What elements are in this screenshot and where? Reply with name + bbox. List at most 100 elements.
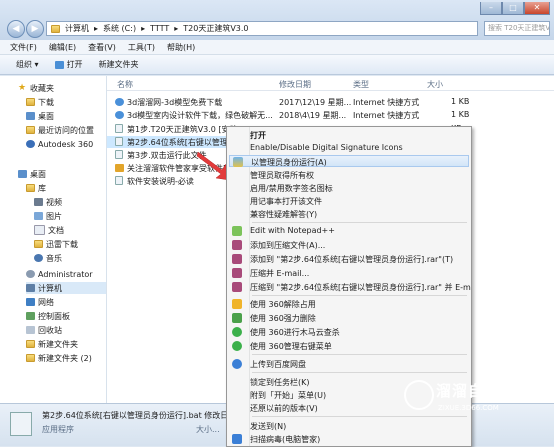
nav-new-folder-2[interactable]: 新建文件夹 (2) bbox=[26, 352, 92, 364]
col-size[interactable]: 大小 bbox=[427, 79, 443, 90]
menu-label: 压缩并 E-mail... bbox=[250, 269, 310, 278]
menu-digital-signature[interactable]: Enable/Disable Digital Signature Icons bbox=[229, 142, 469, 154]
menu-360-scan[interactable]: 使用 360进行木马云查杀 bbox=[229, 326, 469, 338]
nav-network[interactable]: 网络 bbox=[26, 296, 54, 308]
forward-icon[interactable]: ▶ bbox=[26, 20, 44, 38]
nav-recycle[interactable]: 回收站 bbox=[26, 324, 62, 336]
menu-360-unlock[interactable]: 使用 360解除占用 bbox=[229, 298, 469, 310]
watermark-url: ZIXUE.3D66.COM bbox=[438, 404, 499, 412]
nav-label: Autodesk 360 bbox=[38, 139, 94, 149]
nav-favorites[interactable]: ★ 收藏夹 bbox=[18, 82, 54, 94]
menu-take-ownership[interactable]: 管理员取得所有权 bbox=[229, 169, 469, 181]
winrar-icon bbox=[232, 282, 242, 292]
open-icon bbox=[54, 60, 64, 69]
menu-view[interactable]: 查看(V) bbox=[88, 42, 116, 53]
menu-separator bbox=[252, 354, 467, 355]
menu-open[interactable]: 打开 bbox=[229, 129, 469, 141]
open-button[interactable]: 打开 bbox=[54, 59, 83, 70]
nav-documents[interactable]: 文档 bbox=[34, 224, 64, 236]
file-row-selected[interactable]: 第2步.64位系统[右键以管理员... bbox=[107, 136, 244, 148]
menu-label: Enable/Disable Digital Signature Icons bbox=[250, 143, 403, 152]
file-size: 1 KB bbox=[451, 97, 470, 106]
shield-icon bbox=[233, 157, 243, 167]
menu-baidu[interactable]: 上传到百度网盘 bbox=[229, 358, 469, 370]
file-date: 2018\4\19 星期... bbox=[279, 111, 347, 120]
file-row[interactable]: 3d模型室内设计软件下载，绿色破解无... 2018\4\19 星期... In… bbox=[107, 109, 554, 121]
shortcut-icon bbox=[115, 164, 124, 172]
menu-edit[interactable]: 编辑(E) bbox=[49, 42, 76, 53]
menu-add-archive[interactable]: 添加到压缩文件(A)... bbox=[229, 239, 469, 251]
desktop-icon bbox=[26, 112, 35, 120]
folder-icon bbox=[34, 240, 43, 248]
nav-thunder[interactable]: 迅雷下载 bbox=[34, 238, 78, 250]
notepadpp-icon bbox=[232, 226, 242, 236]
nav-control-panel[interactable]: 控制面板 bbox=[26, 310, 70, 322]
nav-libraries[interactable]: 库 bbox=[26, 182, 46, 194]
menu-separator bbox=[252, 295, 467, 296]
close-button[interactable]: ✕ bbox=[524, 2, 550, 15]
watermark-logo-icon bbox=[404, 380, 434, 410]
menu-run-as-admin[interactable]: 以管理员身份运行(A) bbox=[229, 155, 469, 167]
menu-label: 使用 360进行木马云查杀 bbox=[250, 328, 340, 337]
menu-help[interactable]: 帮助(H) bbox=[167, 42, 195, 53]
nav-administrator[interactable]: Administrator bbox=[26, 268, 93, 280]
network-icon bbox=[26, 298, 35, 306]
organize-button[interactable]: 组织 ▾ bbox=[16, 59, 39, 70]
menu-label: 上传到百度网盘 bbox=[250, 360, 306, 369]
batch-file-icon bbox=[115, 124, 123, 133]
menu-compress-rar-email[interactable]: 压缩到 "第2步.64位系统[右键以管理员身份运行].rar" 并 E-mail bbox=[229, 281, 471, 293]
nav-recent[interactable]: 最近访问的位置 bbox=[26, 124, 94, 136]
nav-label: 最近访问的位置 bbox=[38, 125, 94, 135]
menu-compatibility[interactable]: 兼容性疑难解答(Y) bbox=[229, 208, 469, 220]
menu-scan-virus[interactable]: 扫描病毒(电脑管家) bbox=[229, 433, 469, 445]
open-label: 打开 bbox=[66, 60, 83, 69]
back-icon[interactable]: ◀ bbox=[7, 20, 25, 38]
menu-toggle-signature-icon[interactable]: 启用/禁用数字签名图标 bbox=[229, 182, 469, 194]
address-bar[interactable]: 计算机 ▸ 系统 (C:) ▸ TTTT ▸ T20天正建筑V3.0 bbox=[46, 21, 478, 36]
nav-label: 控制面板 bbox=[38, 311, 70, 321]
col-name[interactable]: 名称 bbox=[117, 79, 133, 90]
computer-icon bbox=[26, 284, 35, 292]
nav-autodesk[interactable]: Autodesk 360 bbox=[26, 138, 93, 150]
folder-icon bbox=[26, 340, 35, 348]
nav-new-folder[interactable]: 新建文件夹 bbox=[26, 338, 78, 350]
menu-open-notepad[interactable]: 用记事本打开该文件 bbox=[229, 195, 469, 207]
nav-computer[interactable]: 计算机 bbox=[26, 282, 106, 294]
winrar-icon bbox=[232, 240, 242, 250]
file-row[interactable]: 3d溜溜网-3d模型免费下载 2017\12\19 星期... Internet… bbox=[107, 96, 554, 108]
menu-360-manage[interactable]: 使用 360管理右键菜单 bbox=[229, 340, 469, 352]
nav-music[interactable]: 音乐 bbox=[34, 252, 62, 264]
nav-desktop[interactable]: 桌面 bbox=[26, 110, 54, 122]
menu-notepadpp[interactable]: Edit with Notepad++ bbox=[229, 225, 469, 237]
nav-videos[interactable]: 视频 bbox=[34, 196, 62, 208]
menu-compress-email[interactable]: 压缩并 E-mail... bbox=[229, 267, 469, 279]
menu-file[interactable]: 文件(F) bbox=[10, 42, 37, 53]
menu-separator bbox=[252, 372, 467, 373]
col-type[interactable]: 类型 bbox=[353, 79, 369, 90]
nav-pictures[interactable]: 图片 bbox=[34, 210, 62, 222]
video-icon bbox=[34, 198, 43, 206]
breadcrumb-drive[interactable]: 系统 (C:) bbox=[103, 23, 136, 34]
menu-add-rar[interactable]: 添加到 "第2步.64位系统[右键以管理员身份运行].rar"(T) bbox=[229, 253, 469, 265]
nav-downloads[interactable]: 下载 bbox=[26, 96, 54, 108]
breadcrumb-folder[interactable]: T20天正建筑V3.0 bbox=[183, 23, 248, 34]
minimize-button[interactable]: – bbox=[480, 2, 502, 15]
menu-360-shred[interactable]: 使用 360强力删除 bbox=[229, 312, 469, 324]
nav-label: 新建文件夹 bbox=[38, 339, 78, 349]
file-name: 第3步.双击运行此文件 bbox=[127, 151, 207, 160]
menu-label: 锁定到任务栏(K) bbox=[250, 378, 310, 387]
nav-label: 图片 bbox=[46, 211, 62, 221]
breadcrumb-computer[interactable]: 计算机 bbox=[65, 23, 89, 34]
menu-tools[interactable]: 工具(T) bbox=[128, 42, 155, 53]
new-folder-button[interactable]: 新建文件夹 bbox=[99, 59, 139, 70]
text-file-icon bbox=[115, 176, 123, 185]
col-date[interactable]: 修改日期 bbox=[279, 79, 311, 90]
search-input[interactable]: 搜索 T20天正建筑V3.0 bbox=[484, 21, 550, 36]
nav-desktop-root[interactable]: 桌面 bbox=[18, 168, 46, 180]
nav-label: 回收站 bbox=[38, 325, 62, 335]
star-icon: ★ bbox=[18, 83, 27, 93]
maximize-button[interactable]: □ bbox=[502, 2, 524, 15]
unlock-icon bbox=[232, 299, 242, 309]
watermark: 溜溜自学 ZIXUE.3D66.COM bbox=[404, 376, 554, 422]
breadcrumb-tttt[interactable]: TTTT bbox=[150, 24, 169, 33]
